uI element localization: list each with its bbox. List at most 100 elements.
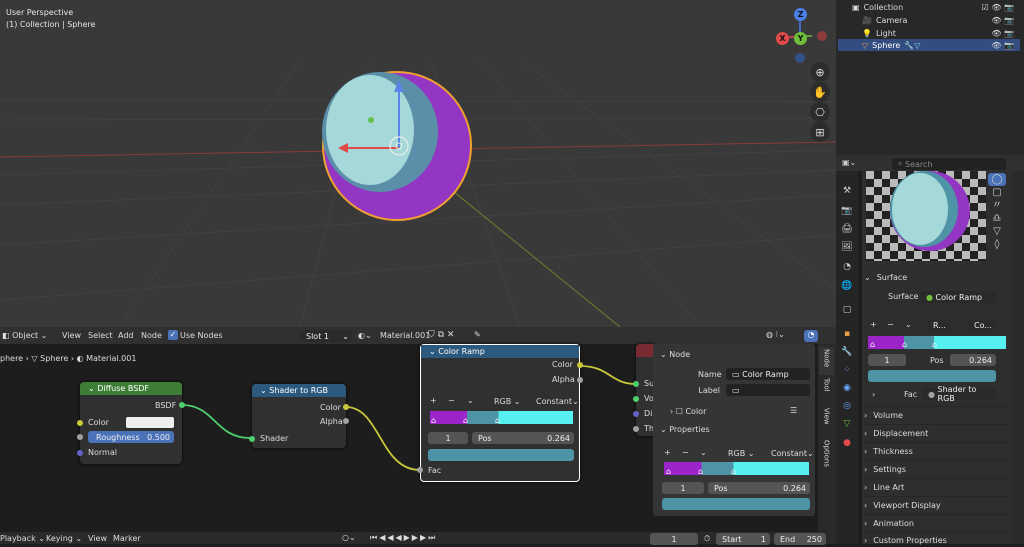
animation-panel-header[interactable]: › Animation [864,516,1008,530]
node-color-ramp[interactable] [430,411,573,424]
view-menu[interactable]: View [62,331,81,340]
color-swatch[interactable] [126,417,174,428]
ramp-remove-icon[interactable]: − [887,320,894,329]
node-header[interactable]: ⌄ Diffuse BSDF [80,382,182,395]
current-frame-field[interactable]: 1 [650,533,698,545]
gizmo-x-axis[interactable]: X [776,32,789,45]
color-output-socket[interactable] [343,404,349,410]
ramp-stop-icon[interactable]: ⌂ [431,416,436,425]
color-subpanel[interactable]: › ☐ Color [670,407,706,416]
ramp-menu-icon[interactable]: ⌄ [905,320,912,329]
settings-panel-header[interactable]: › Settings [864,462,1008,476]
zoom-icon[interactable]: ⊕ [810,62,830,82]
modifier-tab-icon[interactable]: 🔧 [841,346,853,358]
ramp-stop-icon[interactable]: ⌂ [463,416,468,425]
gizmo-z-axis[interactable]: Z [794,8,807,21]
use-nodes-checkbox[interactable]: ✓ [168,330,178,340]
outliner-item-light[interactable]: 💡 Light 👁 📷 [838,27,1020,39]
visibility-icon[interactable]: ☑ 👁 📷 [982,3,1014,12]
node-panel-header[interactable]: ⌄ Node [660,350,690,359]
node-header[interactable]: ⌄ Color Ramp [421,345,579,358]
normal-socket[interactable] [77,450,83,456]
ramp-mode-select[interactable]: RGB ⌄ [728,449,755,458]
color-output-socket[interactable] [577,362,583,368]
visibility-icon[interactable]: 👁 📷 [991,16,1014,25]
select-menu[interactable]: Select [88,331,113,340]
displacement-input-socket[interactable] [633,411,639,417]
marker-menu[interactable]: Marker [113,534,141,543]
ramp-mode-select[interactable]: RGB ⌄ [494,397,521,406]
ramp-remove-icon[interactable]: − [448,396,455,405]
stop-color-field[interactable] [428,449,574,461]
surface-panel-header[interactable]: ⌄ Surface [864,270,1008,284]
stop-index-field[interactable]: 1 [868,354,906,366]
ramp-stop-icon[interactable]: ⌂ [666,467,671,476]
visibility-icon[interactable]: 👁 📷 [991,29,1014,38]
ramp-stop-icon[interactable]: ⌂ [932,340,937,349]
ramp-menu-icon[interactable]: ⌄ [467,396,474,405]
tool-tab-icon[interactable]: ⚒ [841,185,853,197]
preview-sphere-icon[interactable]: ◯ [988,173,1006,186]
fac-input-field[interactable]: ● Shader to RGB [922,385,996,403]
ramp-add-icon[interactable]: + [870,320,877,329]
render-tab-icon[interactable]: 📷 [841,205,853,217]
start-frame-field[interactable]: Start 1 [716,533,770,545]
preview-monkey-icon[interactable]: ♎ [988,212,1006,225]
keying-menu[interactable]: Keying ⌄ [46,534,82,543]
ramp-interp-select[interactable]: Constant⌄ [771,449,814,458]
snap-icon[interactable]: ◔ [804,330,818,342]
view-layer-tab-icon[interactable]: 🖼 [841,241,853,253]
roughness-socket[interactable] [77,434,83,440]
ramp-mode-select[interactable]: R... [927,319,951,331]
navigation-gizmo[interactable]: Z X Y [776,8,832,64]
output-tab-icon[interactable]: 🖨 [841,223,853,235]
pos-field[interactable]: 0.264 [950,354,996,366]
material-browse-icon[interactable]: ◐⌄ [358,331,372,340]
material-actions-icon[interactable]: ⛉ ⧉ ✕ [428,330,454,340]
alpha-output-socket[interactable] [343,418,349,424]
ramp-add-icon[interactable]: + [430,396,437,405]
surface-shader-field[interactable]: ● Color Ramp [920,291,996,303]
label-field[interactable]: ▭ [726,384,810,396]
ramp-stop-icon[interactable]: ⌂ [902,340,907,349]
pin-icon[interactable]: ✎ [474,330,481,339]
stop-index-field[interactable]: 1 [428,432,468,444]
preview-cloth-icon[interactable]: ▽ [988,225,1006,238]
ramp-stop-icon[interactable]: ⌂ [698,467,703,476]
material-name[interactable]: Material.001 [380,331,430,340]
chevron-right-icon[interactable]: › [872,390,875,399]
panel-color-ramp[interactable] [664,462,809,475]
thickness-panel-header[interactable]: › Thickness [864,444,1008,458]
playback-menu[interactable]: Playback ⌄ [0,534,45,543]
list-icon[interactable]: ☰ [790,406,797,415]
tab-tool[interactable]: Tool [819,378,834,404]
volume-input-socket[interactable] [633,396,639,402]
viewport-display-panel-header[interactable]: › Viewport Display [864,498,1008,512]
tab-node[interactable]: Node [819,347,834,375]
node-menu[interactable]: Node [141,331,162,340]
material-tab-icon[interactable]: ● [841,437,853,449]
preview-cube-icon[interactable]: ▢ [988,186,1006,199]
end-frame-field[interactable]: End 250 [774,533,826,545]
ramp-interp-select[interactable]: Co... [968,319,996,331]
ramp-add-icon[interactable]: + [664,448,671,457]
tab-options[interactable]: Options [819,440,834,472]
ramp-stop-icon[interactable]: ⌂ [495,416,500,425]
displacement-panel-header[interactable]: › Displacement [864,426,1008,440]
properties-search[interactable]: ⌕ Search [892,158,1006,170]
editor-mode-select[interactable]: ◧ Object ⌄ [2,331,47,340]
ramp-remove-icon[interactable]: − [682,448,689,457]
tab-view[interactable]: View [819,408,834,434]
collection-tab-icon[interactable]: ▢ [841,304,853,316]
properties-panel-header[interactable]: ⌄ Properties [660,425,710,434]
scene-tab-icon[interactable]: ◔ [841,261,853,273]
camera-view-icon[interactable]: ⎔ [810,102,830,122]
ramp-stop-icon[interactable]: ⌂ [731,467,736,476]
constraints-tab-icon[interactable]: ◎ [841,400,853,412]
overlay-icon[interactable]: ◍ ⁝⌄ [766,330,785,339]
playback-controls-icon[interactable]: ⏮◀◀◀▶▶▶⏭ [370,533,437,543]
custom-properties-panel-header[interactable]: › Custom Properties [864,533,1008,547]
name-field[interactable]: ▭ Color Ramp [726,368,810,380]
pos-field[interactable]: Pos 0.264 [472,432,574,444]
fac-input-socket[interactable] [417,467,423,473]
